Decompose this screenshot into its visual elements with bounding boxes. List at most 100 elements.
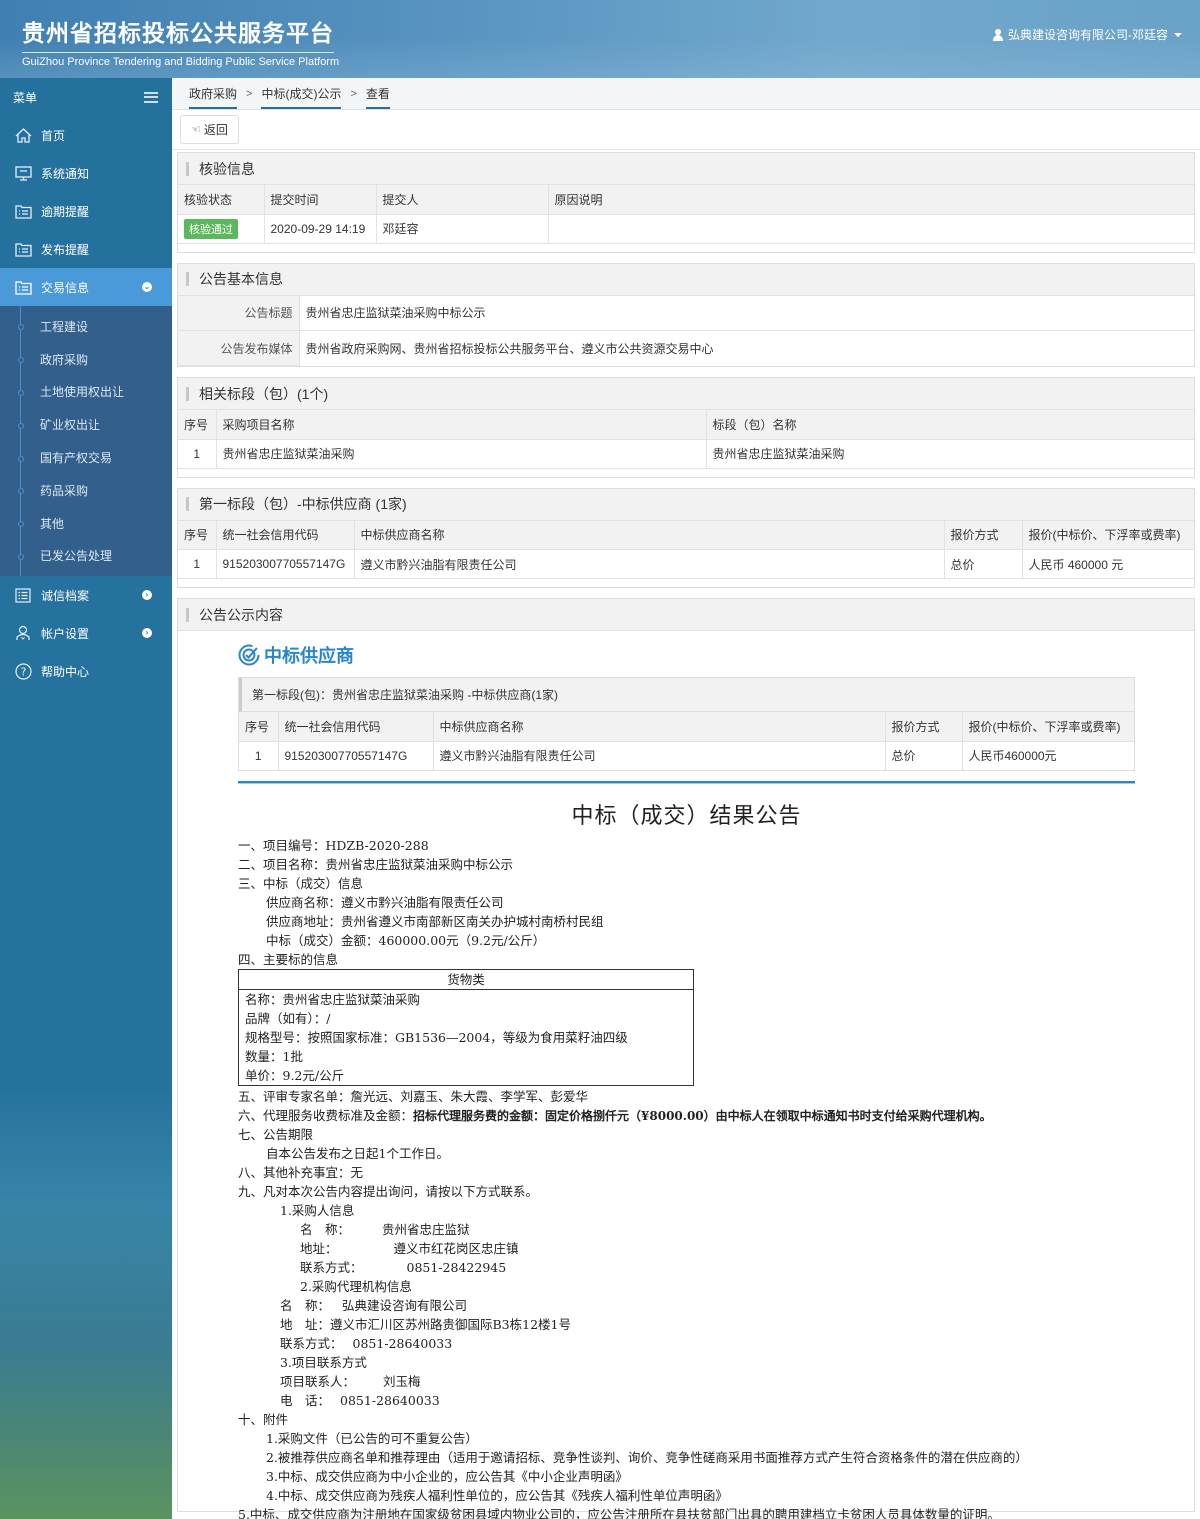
goods-table: 货物类 名称：贵州省忠庄监狱菜油采购 品牌（如有）：/ 规格型号：按照国家标准：… [238,969,694,1086]
notice-body: 中标供应商 第一标段(包)：贵州省忠庄监狱菜油采购 -中标供应商(1家) 序号 … [178,631,1194,1519]
reason [548,214,1194,244]
table-row: 公告发布媒体 贵州省政府采购网、贵州省招标投标公共服务平台、遵义市公共资源交易中… [178,330,1194,366]
sidebar: 菜单 首页 系统通知 逾期提醒 发布提醒 交易信息 ⌄ 工程建设 政府采购 土地… [0,78,172,1519]
column-header: 核验状态 [178,185,265,215]
table-row: 1 贵州省忠庄监狱菜油采购 贵州省忠庄监狱菜油采购 [178,439,1194,469]
winner-box-title: 第一标段(包)：贵州省忠庄监狱菜油采购 -中标供应商(1家) [239,678,1134,712]
sidebar-item-label: 交易信息 [41,280,90,295]
basic-info-table: 公告标题 贵州省忠庄监狱菜油采购中标公示 公告发布媒体 贵州省政府采购网、贵州省… [178,295,1194,366]
folder-list-icon [14,203,32,219]
breadcrumb-separator: > [350,87,357,100]
winner-box: 第一标段(包)：贵州省忠庄监狱菜油采购 -中标供应商(1家) 序号 统一社会信用… [238,677,1135,771]
chevron-right-icon: › [142,590,152,601]
column-header: 统一社会信用代码 [216,520,355,550]
breadcrumb-item[interactable]: 查看 [365,78,390,110]
status-badge: 核验通过 [184,218,238,239]
column-header: 报价方式 [885,712,963,742]
toolbar: ☜ 返回 [172,110,1200,150]
folder-list-icon [14,241,32,257]
user-name: 弘典建设咨询有限公司-邓廷容 [1008,28,1168,42]
folder-list-icon [14,279,32,295]
panel-title: 第一标段（包）-中标供应商 (1家) [178,488,1194,521]
column-header: 统一社会信用代码 [278,712,434,742]
basic-info-panel: 公告基本信息 公告标题 贵州省忠庄监狱菜油采购中标公示 公告发布媒体 贵州省政府… [177,262,1195,367]
field-value: 贵州省政府采购网、贵州省招标投标公共服务平台、遵义市公共资源交易中心 [299,330,1194,366]
submenu-item-land-use[interactable]: 土地使用权出让 [0,376,172,409]
verify-table: 核验状态 提交时间 提交人 原因说明 核验通过 2020-09-29 14:19… [178,185,1194,244]
breadcrumb: 政府采购 > 中标(成交)公示 > 查看 [172,78,1200,110]
divider [238,781,1135,784]
column-header: 序号 [178,520,217,550]
sidebar-submenu: 工程建设 政府采购 土地使用权出让 矿业权出让 国有产权交易 药品采购 其他 已… [0,306,172,577]
sidebar-item-label: 帐户设置 [41,626,90,641]
sidebar-item-label: 诚信档案 [41,588,90,603]
submenu-item-other[interactable]: 其他 [0,507,172,540]
column-header: 提交时间 [264,185,377,215]
sidebar-item-help[interactable]: ? 帮助中心 [0,652,172,690]
table-row: 公告标题 贵州省忠庄监狱菜油采购中标公示 [178,295,1194,331]
column-header: 标段（包）名称 [706,410,1194,440]
panel-title: 公告基本信息 [178,263,1194,296]
sidebar-item-label: 逾期提醒 [41,204,90,219]
column-header: 采购项目名称 [216,410,707,440]
user-menu[interactable]: 弘典建设咨询有限公司-邓廷容 [992,26,1182,43]
sidebar-item-home[interactable]: 首页 [0,116,172,154]
result-document: 中标（成交）结果公告 一、项目编号：HDZB-2020-288 二、项目名称：贵… [238,798,1194,1519]
sidebar-item-notifications[interactable]: 系统通知 [0,154,172,192]
chevron-right-icon: › [142,628,152,639]
panel-title: 相关标段（包）(1个) [178,378,1194,410]
column-header: 中标供应商名称 [354,520,945,550]
column-header: 序号 [178,410,217,440]
sidebar-item-transactions[interactable]: 交易信息 ⌄ [0,268,172,306]
notice-winners-table: 序号 统一社会信用代码 中标供应商名称 报价方式 报价(中标价、下浮率或费率) … [239,712,1134,770]
back-label: 返回 [203,123,228,137]
table-row: 核验通过 2020-09-29 14:19 邓廷容 [178,214,1194,244]
menu-label: 菜单 [13,90,38,105]
list-icon [14,587,32,603]
monitor-icon [14,165,32,181]
back-button[interactable]: ☜ 返回 [180,115,239,144]
sidebar-item-label: 首页 [41,128,66,143]
panel-title: 公告公示内容 [178,599,1194,631]
svg-text:?: ? [20,665,26,678]
column-header: 中标供应商名称 [433,712,886,742]
sidebar-item-credit[interactable]: 诚信档案 › [0,576,172,614]
site-subtitle: GuiZhou Province Tendering and Bidding P… [22,56,340,68]
submenu-item-published[interactable]: 已发公告处理 [0,540,172,573]
winners-panel: 第一标段（包）-中标供应商 (1家) 序号 统一社会信用代码 中标供应商名称 报… [177,487,1195,588]
user-settings-icon [14,625,32,641]
column-header: 序号 [239,712,279,742]
sidebar-item-account[interactable]: 帐户设置 › [0,614,172,652]
hand-pointer-icon: ☜ [191,124,201,136]
submitter: 邓廷容 [376,214,549,244]
field-label: 公告标题 [178,295,300,331]
caret-down-icon [1174,32,1182,37]
sidebar-item-label: 发布提醒 [41,242,90,257]
verify-panel: 核验信息 核验状态 提交时间 提交人 原因说明 核验通过 2020-09-29 … [177,152,1195,253]
submenu-item-mining-rights[interactable]: 矿业权出让 [0,408,172,441]
top-header: 贵州省招标投标公共服务平台 GuiZhou Province Tendering… [0,0,1200,78]
submenu-item-gov-procurement[interactable]: 政府采购 [0,343,172,376]
sidebar-item-overdue[interactable]: 逾期提醒 [0,192,172,230]
home-icon [14,127,32,143]
breadcrumb-item[interactable]: 政府采购 [189,78,238,110]
submenu-item-medicine[interactable]: 药品采购 [0,474,172,507]
brand: 贵州省招标投标公共服务平台 GuiZhou Province Tendering… [22,14,339,68]
submenu-item-engineering[interactable]: 工程建设 [0,310,172,343]
sidebar-header: 菜单 [0,78,172,116]
column-header: 原因说明 [548,185,1194,215]
field-label: 公告发布媒体 [178,330,300,366]
submit-time: 2020-09-29 14:19 [264,214,377,244]
sections-table: 序号 采购项目名称 标段（包）名称 1 贵州省忠庄监狱菜油采购 贵州省忠庄监狱菜… [178,410,1194,469]
sidebar-item-publish-reminder[interactable]: 发布提醒 [0,230,172,268]
breadcrumb-separator: > [246,87,253,100]
column-header: 报价(中标价、下浮率或费率) [1022,520,1194,550]
table-row: 1 91520300770557147G 遵义市黔兴油脂有限责任公司 总价 人民… [239,741,1134,770]
winners-table: 序号 统一社会信用代码 中标供应商名称 报价方式 报价(中标价、下浮率或费率) … [178,520,1194,579]
sidebar-item-label: 帮助中心 [41,664,90,679]
site-title: 贵州省招标投标公共服务平台 [22,14,334,53]
submenu-item-state-property[interactable]: 国有产权交易 [0,441,172,474]
breadcrumb-item[interactable]: 中标(成交)公示 [261,78,342,110]
hamburger-icon[interactable] [144,91,158,103]
help-icon: ? [14,663,32,680]
